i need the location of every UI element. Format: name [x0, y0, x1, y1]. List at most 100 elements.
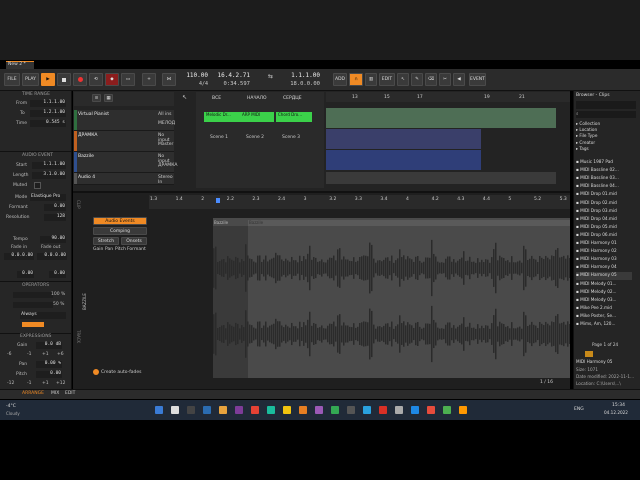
- browser-file-item[interactable]: ▪ MIDI Melody 03...: [576, 297, 632, 305]
- chance-slider[interactable]: [13, 292, 53, 298]
- scene-header[interactable]: СЕРДЦЕ: [283, 96, 302, 101]
- language-indicator[interactable]: ENG: [574, 407, 584, 412]
- resolution-value[interactable]: 128: [44, 214, 66, 221]
- edit-tab[interactable]: EDIT: [65, 391, 75, 396]
- overdub-button[interactable]: ▭: [121, 73, 135, 86]
- browser-file-item[interactable]: ▪ MIDI Bassline 04...: [576, 183, 632, 191]
- browser-file-item[interactable]: ▪ MIDI Harmony 01: [576, 240, 632, 248]
- track-tool-button[interactable]: ≡: [92, 94, 101, 102]
- fade-out-value[interactable]: 0.0.0.00: [37, 253, 67, 260]
- track-name[interactable]: Audio 4: [78, 175, 95, 180]
- audio-events-button[interactable]: Audio Events: [93, 217, 147, 225]
- track-name[interactable]: Virtual Pianist: [78, 112, 109, 117]
- file-button[interactable]: FILE: [4, 73, 20, 86]
- app-icon[interactable]: [315, 406, 323, 414]
- track-output[interactable]: МЕЛОД: [158, 121, 175, 126]
- pan-value[interactable]: 0.00 %: [36, 361, 62, 368]
- track-row[interactable]: Bazzile No input ДРАМКА: [74, 152, 177, 173]
- clock-time[interactable]: 15:34: [612, 403, 625, 408]
- play-menu-button[interactable]: PLAY: [22, 73, 39, 86]
- track-output[interactable]: Master: [158, 142, 173, 147]
- launcher-clip[interactable]: ARP MIDI: [240, 112, 274, 122]
- event-button[interactable]: EVENT: [469, 73, 486, 86]
- track-name[interactable]: Bazzile: [78, 154, 94, 159]
- pitch-value[interactable]: 0.00: [36, 371, 62, 378]
- browser-file-item[interactable]: ▪ MIDI Bassline 03...: [576, 175, 632, 183]
- telegram-icon[interactable]: [363, 406, 371, 414]
- scene-label[interactable]: Scene 2: [246, 135, 264, 140]
- mix-tab[interactable]: MIX: [51, 391, 59, 396]
- position-display[interactable]: 16.4.2.71: [212, 72, 250, 80]
- task-view-icon[interactable]: [187, 406, 195, 414]
- app-icon[interactable]: [427, 406, 435, 414]
- pointer-tool-button[interactable]: ↖: [397, 73, 409, 86]
- app-icon[interactable]: [459, 406, 467, 414]
- auto-fades-checkbox[interactable]: [93, 369, 99, 375]
- arranger-empty-lane[interactable]: [326, 172, 556, 184]
- formant-tab[interactable]: Formant: [127, 247, 146, 252]
- fade-in-value[interactable]: 0.0.0.00: [4, 253, 34, 260]
- edge-icon[interactable]: [203, 406, 211, 414]
- snap-button[interactable]: ∩: [349, 73, 363, 86]
- browser-search[interactable]: ⌕: [576, 111, 636, 118]
- arranger-clip-audio[interactable]: [326, 129, 481, 149]
- browser-file-item[interactable]: ▪ MIDI Drop 02.mid: [576, 200, 632, 208]
- pitch-tab[interactable]: Pitch: [115, 247, 126, 252]
- occurrence-slider[interactable]: [22, 322, 44, 327]
- add-button[interactable]: ADD: [333, 73, 347, 86]
- arranger-clip-audio[interactable]: [326, 150, 481, 170]
- project-tab[interactable]: New 2 *: [6, 61, 34, 69]
- browser-file-item[interactable]: ▪ MIDI Melody 01...: [576, 281, 632, 289]
- browser-file-item[interactable]: ▪ MIDI Drop 06.mid: [576, 232, 632, 240]
- app-icon[interactable]: [347, 406, 355, 414]
- app-icon[interactable]: [235, 406, 243, 414]
- to-value[interactable]: 1.2.1.00: [30, 110, 66, 117]
- browser-file-item[interactable]: ▪ MIDI Harmony 03: [576, 256, 632, 264]
- browser-category[interactable]: ▸ Tags: [576, 146, 632, 154]
- explorer-icon[interactable]: [219, 406, 227, 414]
- launcher-clip[interactable]: Melodic Dr...: [204, 112, 240, 122]
- app-icon[interactable]: [411, 406, 419, 414]
- track-input[interactable]: All ins: [158, 112, 171, 117]
- audio-event-region[interactable]: Bazzile Bazzile: [213, 218, 570, 378]
- gain-value[interactable]: 0.0 dB: [36, 342, 62, 349]
- edit-button[interactable]: EDIT: [379, 73, 395, 86]
- app-icon[interactable]: [395, 406, 403, 414]
- track-name[interactable]: ДРАМКА: [78, 133, 97, 138]
- browser-file-item[interactable]: ▪ MIDI Drop 05.mid: [576, 224, 632, 232]
- arrange-tab[interactable]: ARRANGE: [22, 391, 44, 396]
- browser-file-item[interactable]: ▪ MIDI Harmony 02: [576, 248, 632, 256]
- automation-write-button[interactable]: ◆: [105, 73, 119, 86]
- browser-file-item[interactable]: ▪ MIDI Melody 02...: [576, 289, 632, 297]
- from-value[interactable]: 1.1.1.00: [30, 100, 66, 107]
- muted-checkbox[interactable]: [34, 182, 41, 189]
- track-row[interactable]: ДРАМКА No input Master: [74, 131, 174, 152]
- pencil-tool-button[interactable]: ✎: [411, 73, 423, 86]
- arranger-clip-midi[interactable]: [326, 108, 556, 128]
- app-icon[interactable]: [299, 406, 307, 414]
- time-signature[interactable]: 4/4: [186, 81, 208, 88]
- pointer-icon[interactable]: ↖: [182, 94, 192, 102]
- repeat-mode-select[interactable]: Always: [20, 312, 66, 319]
- clip-side-tab[interactable]: CLIP: [73, 200, 81, 260]
- clock-date[interactable]: 04.12.2022: [604, 410, 628, 415]
- stretch-button[interactable]: Stretch: [93, 237, 119, 245]
- scene-header[interactable]: НАЧАЛО: [247, 96, 267, 101]
- scene-label[interactable]: Scene 3: [282, 135, 300, 140]
- audition-tool-button[interactable]: ◀: [453, 73, 465, 86]
- browser-file-item[interactable]: ▪ Mike Pee 2.mid: [576, 305, 632, 313]
- track-row[interactable]: Audio 4 Stereo In: [74, 173, 174, 185]
- mode-select[interactable]: Elastique Pro: [30, 194, 66, 201]
- chrome-icon[interactable]: [251, 406, 259, 414]
- pan-tab[interactable]: Pan: [105, 247, 113, 252]
- browser-file-item[interactable]: ▪ Mike Poster, Se...: [576, 313, 632, 321]
- length-value[interactable]: 3.1.0.00: [32, 172, 66, 179]
- browser-tabs[interactable]: [576, 101, 636, 109]
- metronome-button[interactable]: ⋈: [162, 73, 176, 86]
- play-button[interactable]: ▶: [41, 73, 55, 86]
- comping-button[interactable]: Comping: [93, 227, 147, 235]
- browser-file-item[interactable]: ▪ MIDI Drop 01.mid: [576, 191, 632, 199]
- playhead-marker[interactable]: [216, 198, 220, 203]
- browser-file-item[interactable]: ▪ MIDI Harmony 05: [576, 272, 632, 281]
- browser-file-item[interactable]: ▪ MIDI Drop 03.mid: [576, 208, 632, 216]
